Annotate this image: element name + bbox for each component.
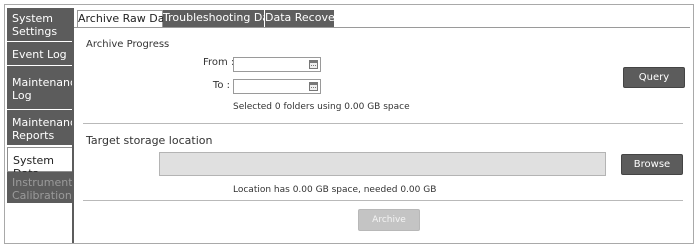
selection-status: Selected 0 folders using 0.00 GB space <box>233 102 410 112</box>
tab-troubleshooting-data[interactable]: Troubleshooting Data <box>163 10 280 27</box>
section-divider <box>83 200 683 201</box>
sidebar-edge <box>72 8 74 243</box>
tab-data-recovery[interactable]: Data Recovery <box>265 10 346 27</box>
section-divider <box>83 123 683 124</box>
archive-button[interactable]: Archive <box>358 209 420 231</box>
sidebar-item-instrument-calibration: Instrument Calibration <box>7 172 73 204</box>
calendar-icon[interactable] <box>309 60 318 69</box>
sidebar-item-maintenance-log[interactable]: Maintenance Log <box>7 66 83 110</box>
calendar-icon[interactable] <box>309 82 318 91</box>
to-date-field[interactable] <box>233 79 321 94</box>
from-date-field[interactable] <box>233 57 321 72</box>
tab-label: Archive Raw Data <box>78 12 176 25</box>
storage-path-field[interactable] <box>159 152 606 176</box>
archive-progress-title: Archive Progress <box>86 39 170 50</box>
tab-strip-border <box>74 27 690 28</box>
query-button[interactable]: Query <box>623 67 685 88</box>
target-storage-title: Target storage location <box>86 134 213 147</box>
sidebar-item-system-settings[interactable]: System Settings <box>7 8 73 42</box>
browse-button[interactable]: Browse <box>621 154 683 175</box>
tab-archive-raw-data[interactable]: Archive Raw Data <box>77 10 176 27</box>
sidebar-item-label: Event Log <box>12 48 67 61</box>
sidebar-empty-area <box>7 204 73 243</box>
from-label: From : <box>203 57 235 68</box>
space-status: Location has 0.00 GB space, needed 0.00 … <box>233 185 437 195</box>
sidebar: System Settings Event Log Maintenance Lo… <box>7 8 83 243</box>
tab-label: Data Recovery <box>265 11 346 24</box>
sidebar-item-maintenance-reports[interactable]: Maintenance Reports <box>7 110 83 146</box>
sidebar-item-event-log[interactable]: Event Log <box>7 42 73 66</box>
to-label: To : <box>212 80 230 91</box>
sidebar-item-label: System Settings <box>12 12 58 38</box>
sidebar-item-system-data[interactable]: System Data <box>7 147 73 180</box>
sidebar-item-label: Instrument Calibration <box>12 176 73 202</box>
tab-label: Troubleshooting Data <box>163 11 281 24</box>
